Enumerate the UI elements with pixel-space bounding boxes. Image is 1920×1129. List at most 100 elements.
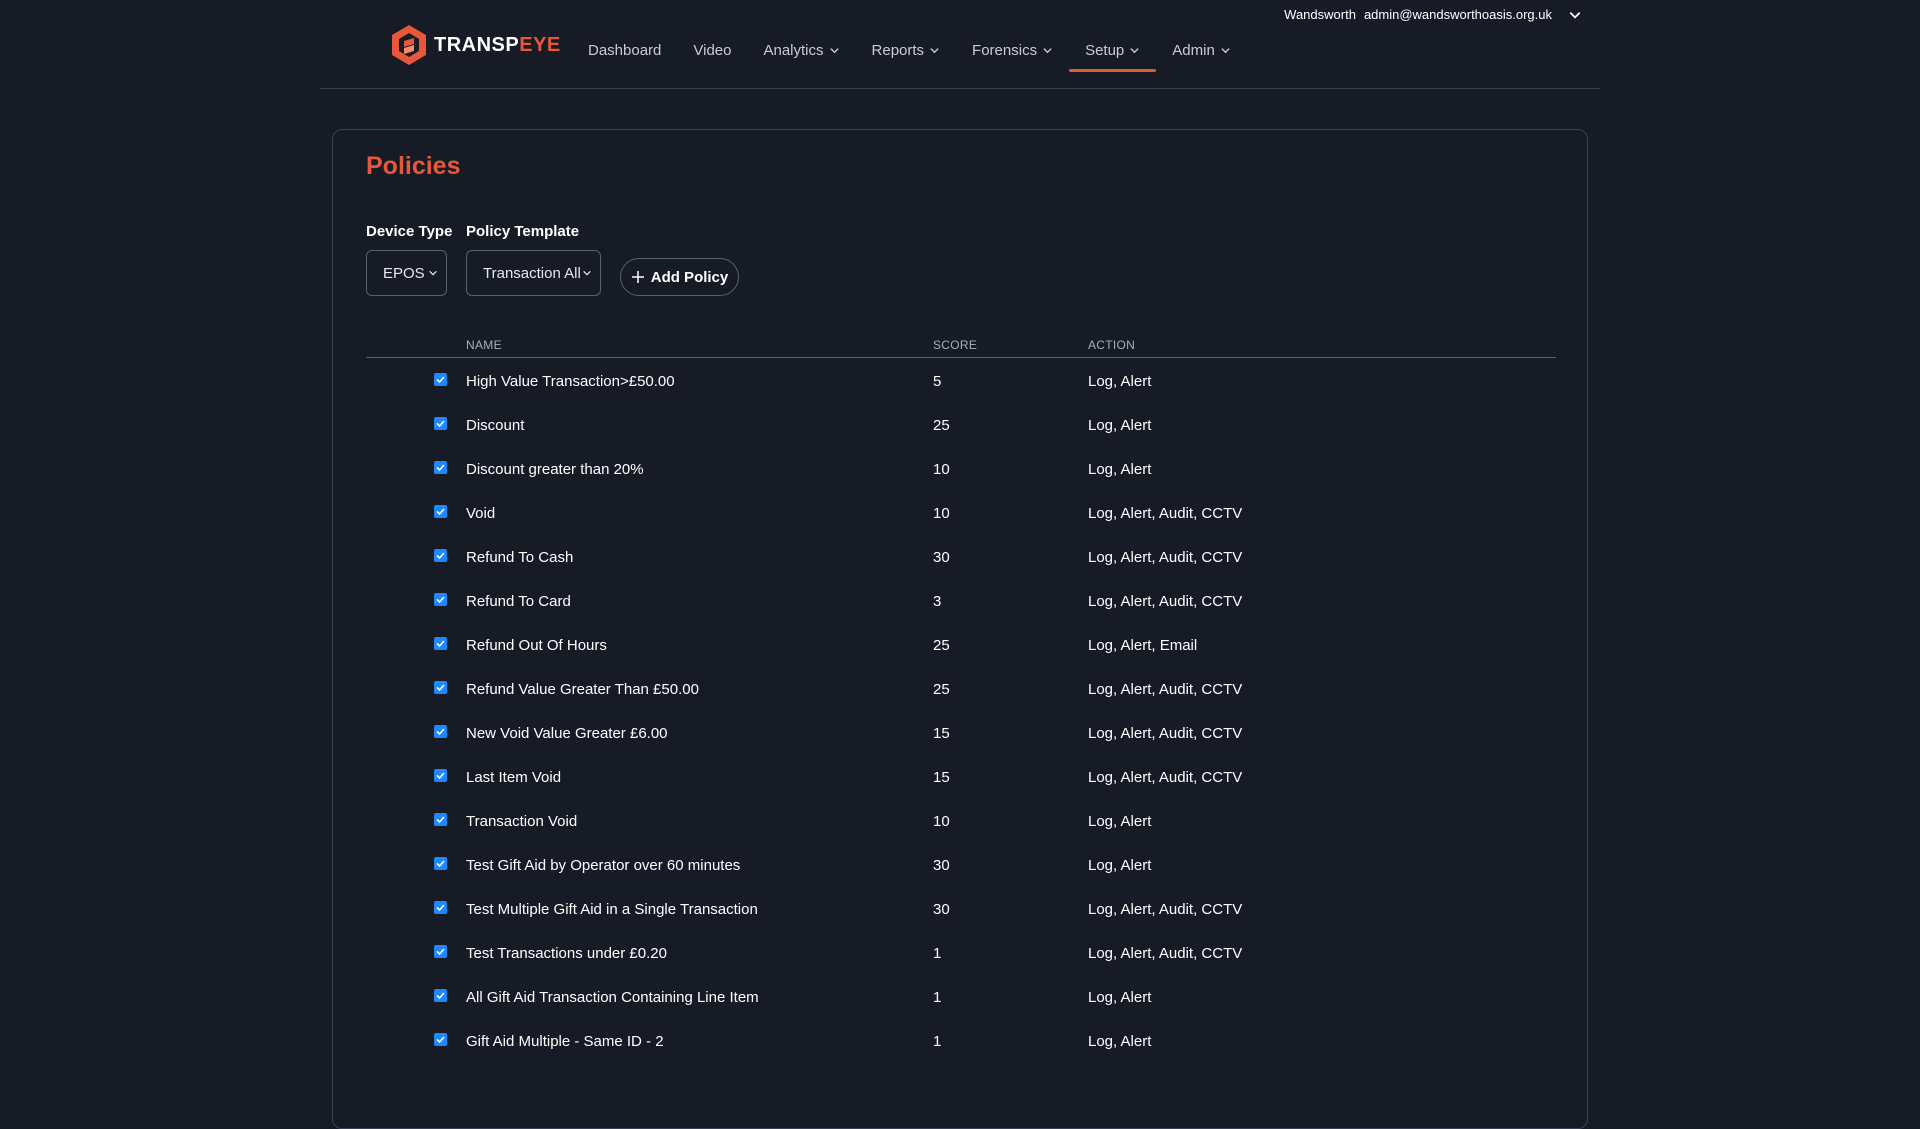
- policy-template-select[interactable]: Transaction All: [466, 250, 601, 296]
- policy-enabled-checkbox[interactable]: [434, 637, 447, 650]
- table-row: Last Item Void 15 Log, Alert, Audit, CCTV: [366, 754, 1556, 798]
- nav-setup[interactable]: Setup: [1069, 28, 1157, 72]
- nav-analytics[interactable]: Analytics: [747, 28, 855, 72]
- table-header: NAME SCORE ACTION: [366, 336, 1556, 358]
- policy-score: 1: [933, 989, 942, 1006]
- table-row: Refund To Cash 30 Log, Alert, Audit, CCTV: [366, 534, 1556, 578]
- policy-score: 30: [933, 549, 950, 566]
- policy-action: Log, Alert, Audit, CCTV: [1088, 769, 1243, 786]
- checkmark-icon: [436, 552, 445, 560]
- policy-score: 15: [933, 725, 950, 742]
- chevron-down-icon: [1221, 47, 1230, 53]
- column-header-action: ACTION: [1088, 338, 1136, 352]
- checkmark-icon: [436, 816, 445, 824]
- policy-action: Log, Alert: [1088, 813, 1152, 830]
- table-row: High Value Transaction>£50.00 5 Log, Alert: [366, 358, 1556, 402]
- table-row: New Void Value Greater £6.00 15 Log, Alert…: [366, 710, 1556, 754]
- checkmark-icon: [436, 772, 445, 780]
- policy-action: Log, Alert, Audit, CCTV: [1088, 549, 1243, 566]
- policy-enabled-checkbox[interactable]: [434, 857, 447, 870]
- nav-forensics[interactable]: Forensics: [956, 28, 1069, 72]
- policy-name: Discount: [466, 417, 525, 434]
- policy-score: 10: [933, 505, 950, 522]
- column-header-score: SCORE: [933, 338, 978, 352]
- nav-label: Analytics: [763, 41, 824, 59]
- checkmark-icon: [436, 464, 445, 472]
- policy-enabled-checkbox[interactable]: [434, 725, 447, 738]
- table-row: Test Gift Aid by Operator over 60 minute…: [366, 842, 1556, 886]
- policy-action: Log, Alert: [1088, 1033, 1152, 1050]
- device-type-select[interactable]: EPOS: [366, 250, 447, 296]
- table-row: Discount 25 Log, Alert: [366, 402, 1556, 446]
- policy-score: 25: [933, 417, 950, 434]
- user-email: admin@wandsworthoasis.org.uk: [1363, 7, 1552, 22]
- policy-template-label: Policy Template: [466, 223, 580, 240]
- user-menu-chevron-icon[interactable]: [1568, 8, 1582, 22]
- policy-enabled-checkbox[interactable]: [434, 549, 447, 562]
- policy-action: Log, Alert, Audit, CCTV: [1088, 901, 1243, 918]
- policy-enabled-checkbox[interactable]: [434, 813, 447, 826]
- policy-score: 3: [933, 593, 942, 610]
- policy-action: Log, Alert: [1088, 857, 1152, 874]
- policy-enabled-checkbox[interactable]: [434, 681, 447, 694]
- policy-enabled-checkbox[interactable]: [434, 373, 447, 386]
- nav-video[interactable]: Video: [677, 28, 747, 72]
- policy-score: 1: [933, 945, 942, 962]
- checkmark-icon: [436, 948, 445, 956]
- policy-action: Log, Alert: [1088, 417, 1152, 434]
- table-row: Refund Value Greater Than £50.00 25 Log, A…: [366, 666, 1556, 710]
- nav-label: Dashboard: [588, 41, 662, 59]
- policy-score: 30: [933, 901, 950, 918]
- checkmark-icon: [436, 860, 445, 868]
- policy-enabled-checkbox[interactable]: [434, 417, 447, 430]
- policy-name: New Void Value Greater £6.00: [466, 725, 668, 742]
- table-row: Transaction Void 10 Log, Alert: [366, 798, 1556, 842]
- policy-score: 5: [933, 373, 942, 390]
- policy-score: 25: [933, 681, 950, 698]
- checkmark-icon: [436, 376, 445, 384]
- add-policy-label: Add Policy: [650, 268, 729, 286]
- table-row: Void 10 Log, Alert, Audit, CCTV: [366, 490, 1556, 534]
- table-row: Refund To Card 3 Log, Alert, Audit, CCTV: [366, 578, 1556, 622]
- policy-action: Log, Alert, Audit, CCTV: [1088, 593, 1243, 610]
- table-row: All Gift Aid Transaction Containing Line…: [366, 974, 1556, 1018]
- checkmark-icon: [436, 596, 445, 604]
- policy-action: Log, Alert: [1088, 989, 1152, 1006]
- nav-dashboard[interactable]: Dashboard: [572, 28, 677, 72]
- checkmark-icon: [436, 508, 445, 516]
- nav-label: Video: [693, 41, 732, 59]
- nav-reports[interactable]: Reports: [856, 28, 957, 72]
- top-navigation-bar: TRANSPEYE Dashboard Video Analytics Repo…: [320, 0, 1600, 89]
- policy-enabled-checkbox[interactable]: [434, 593, 447, 606]
- policy-enabled-checkbox[interactable]: [434, 505, 447, 518]
- policy-score: 1: [933, 1033, 942, 1050]
- column-header-name: NAME: [466, 338, 502, 352]
- policy-enabled-checkbox[interactable]: [434, 989, 447, 1002]
- transpeye-logo[interactable]: TRANSPEYE: [390, 24, 561, 66]
- nav-label: Admin: [1172, 41, 1215, 59]
- policy-enabled-checkbox[interactable]: [434, 769, 447, 782]
- nav-admin[interactable]: Admin: [1156, 28, 1247, 72]
- policy-name: Test Gift Aid by Operator over 60 minute…: [466, 857, 741, 874]
- policy-enabled-checkbox[interactable]: [434, 901, 447, 914]
- policy-name: Refund To Card: [466, 593, 571, 610]
- policy-enabled-checkbox[interactable]: [434, 461, 447, 474]
- policy-action: Log, Alert, Audit, CCTV: [1088, 505, 1243, 522]
- policy-name: Last Item Void: [466, 769, 562, 786]
- nav-label: Reports: [871, 41, 925, 59]
- policy-enabled-checkbox[interactable]: [434, 945, 447, 958]
- policy-name: Gift Aid Multiple - Same ID - 2: [466, 1033, 664, 1050]
- policy-name: Test Multiple Gift Aid in a Single Trans…: [466, 901, 758, 918]
- table-row: Refund Out Of Hours 25 Log, Alert, Email: [366, 622, 1556, 666]
- policy-score: 10: [933, 461, 950, 478]
- policy-name: Test Transactions under £0.20: [466, 945, 667, 962]
- policy-name: Refund Out Of Hours: [466, 637, 607, 654]
- policy-template-value: Transaction All: [483, 264, 581, 282]
- policy-name: Transaction Void: [466, 813, 578, 830]
- add-policy-button[interactable]: Add Policy: [620, 258, 739, 296]
- chevron-down-icon: [829, 47, 839, 53]
- policy-action: Log, Alert, Audit, CCTV: [1088, 945, 1243, 962]
- policy-enabled-checkbox[interactable]: [434, 1033, 447, 1046]
- policy-name: All Gift Aid Transaction Containing Line…: [466, 989, 759, 1006]
- user-menu: Wandsworth admin@wandsworthoasis.org.uk: [1284, 7, 1582, 22]
